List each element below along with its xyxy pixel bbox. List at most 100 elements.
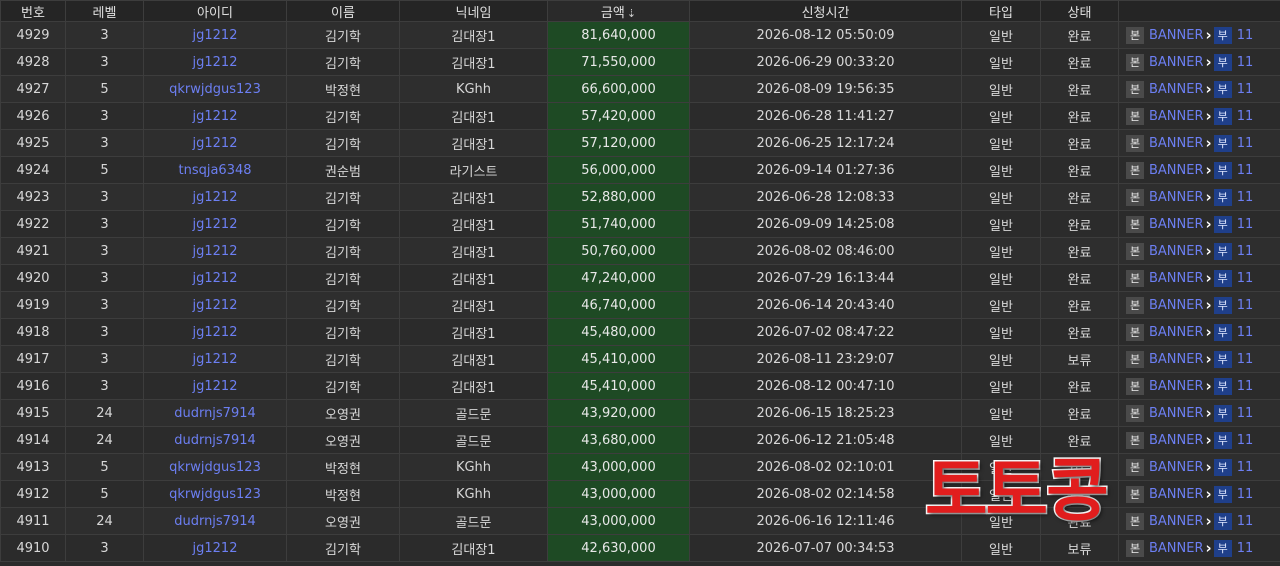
count-link[interactable]: 11 [1237, 136, 1254, 151]
cell-user-id[interactable]: jg1212 [143, 372, 287, 400]
bon-badge-button[interactable]: 본 [1126, 404, 1144, 422]
bu-badge-button[interactable]: 부 [1213, 350, 1232, 368]
cell-user-id[interactable]: qkrwjdgus123 [143, 480, 287, 508]
bu-badge-button[interactable]: 부 [1213, 80, 1232, 98]
cell-user-id[interactable]: jg1212 [143, 237, 287, 265]
cell-user-id[interactable]: jg1212 [143, 264, 287, 292]
table-row[interactable]: 4928 3 jg1212 김기학 김대장1 71,550,000 2026-06-29 0… [0, 48, 1280, 76]
cell-user-id[interactable]: jg1212 [143, 183, 287, 211]
header-number[interactable]: 번호 [0, 0, 66, 22]
bu-badge-button[interactable]: 부 [1213, 215, 1232, 233]
bon-badge-button[interactable]: 본 [1126, 26, 1144, 44]
bon-badge-button[interactable]: 본 [1126, 485, 1144, 503]
banner-link[interactable]: BANNER [1149, 460, 1204, 475]
table-row[interactable]: 4920 3 jg1212 김기학 김대장1 47,240,000 2026-07-29 1… [0, 264, 1280, 292]
bu-badge-button[interactable]: 부 [1213, 539, 1232, 557]
table-row[interactable]: 4929 3 jg1212 김기학 김대장1 81,640,000 2026-08-12 0… [0, 21, 1280, 49]
table-row[interactable]: 4922 3 jg1212 김기학 김대장1 51,740,000 2026-09-09 1… [0, 210, 1280, 238]
cell-user-id[interactable]: dudrnjs7914 [143, 507, 287, 535]
cell-user-id[interactable]: jg1212 [143, 48, 287, 76]
bon-badge-button[interactable]: 본 [1126, 269, 1144, 287]
bu-badge-button[interactable]: 부 [1213, 296, 1232, 314]
banner-link[interactable]: BANNER [1149, 514, 1204, 529]
table-row[interactable]: 4919 3 jg1212 김기학 김대장1 46,740,000 2026-06-14 2… [0, 291, 1280, 319]
count-link[interactable]: 11 [1237, 325, 1254, 340]
table-row[interactable]: 4924 5 tnsqja6348 권순범 라기스트 56,000,000 2026-09-… [0, 156, 1280, 184]
chevron-right-icon[interactable]: › [1206, 80, 1212, 98]
bon-badge-button[interactable]: 본 [1126, 350, 1144, 368]
table-row[interactable]: 4911 24 dudrnjs7914 오영권 골드문 43,000,000 2026-06… [0, 507, 1280, 535]
table-row[interactable]: 4926 3 jg1212 김기학 김대장1 57,420,000 2026-06-28 1… [0, 102, 1280, 130]
count-link[interactable]: 11 [1237, 406, 1254, 421]
cell-user-id[interactable]: qkrwjdgus123 [143, 75, 287, 103]
header-type[interactable]: 타입 [961, 0, 1041, 22]
bu-badge-button[interactable]: 부 [1213, 458, 1232, 476]
bu-badge-button[interactable]: 부 [1213, 161, 1232, 179]
cell-user-id[interactable]: dudrnjs7914 [143, 426, 287, 454]
cell-user-id[interactable]: jg1212 [143, 534, 287, 562]
count-link[interactable]: 11 [1237, 82, 1254, 97]
banner-link[interactable]: BANNER [1149, 136, 1204, 151]
banner-link[interactable]: BANNER [1149, 163, 1204, 178]
banner-link[interactable]: BANNER [1149, 217, 1204, 232]
bon-badge-button[interactable]: 본 [1126, 161, 1144, 179]
bon-badge-button[interactable]: 본 [1126, 431, 1144, 449]
bon-badge-button[interactable]: 본 [1126, 296, 1144, 314]
bu-badge-button[interactable]: 부 [1213, 53, 1232, 71]
bu-badge-button[interactable]: 부 [1213, 404, 1232, 422]
chevron-right-icon[interactable]: › [1206, 350, 1212, 368]
table-row[interactable]: 4915 24 dudrnjs7914 오영권 골드문 43,920,000 2026-06… [0, 399, 1280, 427]
count-link[interactable]: 11 [1237, 55, 1254, 70]
bon-badge-button[interactable]: 본 [1126, 215, 1144, 233]
bon-badge-button[interactable]: 본 [1126, 80, 1144, 98]
chevron-right-icon[interactable]: › [1206, 242, 1212, 260]
table-row[interactable]: 4927 5 qkrwjdgus123 박정현 KGhh 66,600,000 2026-0… [0, 75, 1280, 103]
cell-user-id[interactable]: qkrwjdgus123 [143, 453, 287, 481]
count-link[interactable]: 11 [1237, 379, 1254, 394]
banner-link[interactable]: BANNER [1149, 487, 1204, 502]
chevron-right-icon[interactable]: › [1206, 404, 1212, 422]
banner-link[interactable]: BANNER [1149, 109, 1204, 124]
chevron-right-icon[interactable]: › [1206, 296, 1212, 314]
bu-badge-button[interactable]: 부 [1213, 134, 1232, 152]
count-link[interactable]: 11 [1237, 244, 1254, 259]
chevron-right-icon[interactable]: › [1206, 323, 1212, 341]
bu-badge-button[interactable]: 부 [1213, 323, 1232, 341]
count-link[interactable]: 11 [1237, 217, 1254, 232]
sort-descending-icon[interactable]: ⇣ [627, 7, 636, 20]
banner-link[interactable]: BANNER [1149, 379, 1204, 394]
chevron-right-icon[interactable]: › [1206, 377, 1212, 395]
table-row[interactable]: 4925 3 jg1212 김기학 김대장1 57,120,000 2026-06-25 1… [0, 129, 1280, 157]
header-level[interactable]: 레벨 [65, 0, 144, 22]
cell-user-id[interactable]: dudrnjs7914 [143, 399, 287, 427]
banner-link[interactable]: BANNER [1149, 406, 1204, 421]
bon-badge-button[interactable]: 본 [1126, 242, 1144, 260]
count-link[interactable]: 11 [1237, 28, 1254, 43]
count-link[interactable]: 11 [1237, 514, 1254, 529]
banner-link[interactable]: BANNER [1149, 433, 1204, 448]
table-row[interactable]: 4921 3 jg1212 김기학 김대장1 50,760,000 2026-08-02 0… [0, 237, 1280, 265]
table-row[interactable]: 4914 24 dudrnjs7914 오영권 골드문 43,680,000 2026-06… [0, 426, 1280, 454]
banner-link[interactable]: BANNER [1149, 298, 1204, 313]
table-row[interactable]: 4918 3 jg1212 김기학 김대장1 45,480,000 2026-07-02 0… [0, 318, 1280, 346]
chevron-right-icon[interactable]: › [1206, 134, 1212, 152]
bon-badge-button[interactable]: 본 [1126, 539, 1144, 557]
count-link[interactable]: 11 [1237, 190, 1254, 205]
chevron-right-icon[interactable]: › [1206, 161, 1212, 179]
bon-badge-button[interactable]: 본 [1126, 377, 1144, 395]
chevron-right-icon[interactable]: › [1206, 539, 1212, 557]
count-link[interactable]: 11 [1237, 163, 1254, 178]
count-link[interactable]: 11 [1237, 109, 1254, 124]
cell-user-id[interactable]: jg1212 [143, 345, 287, 373]
table-row[interactable]: 4917 3 jg1212 김기학 김대장1 45,410,000 2026-08-11 2… [0, 345, 1280, 373]
chevron-right-icon[interactable]: › [1206, 431, 1212, 449]
table-row[interactable]: 4913 5 qkrwjdgus123 박정현 KGhh 43,000,000 2026-0… [0, 453, 1280, 481]
banner-link[interactable]: BANNER [1149, 352, 1204, 367]
table-row[interactable]: 4916 3 jg1212 김기학 김대장1 45,410,000 2026-08-12 0… [0, 372, 1280, 400]
bu-badge-button[interactable]: 부 [1213, 269, 1232, 287]
cell-user-id[interactable]: jg1212 [143, 102, 287, 130]
chevron-right-icon[interactable]: › [1206, 485, 1212, 503]
cell-user-id[interactable]: jg1212 [143, 210, 287, 238]
table-row[interactable]: 4923 3 jg1212 김기학 김대장1 52,880,000 2026-06-28 1… [0, 183, 1280, 211]
count-link[interactable]: 11 [1237, 541, 1254, 556]
